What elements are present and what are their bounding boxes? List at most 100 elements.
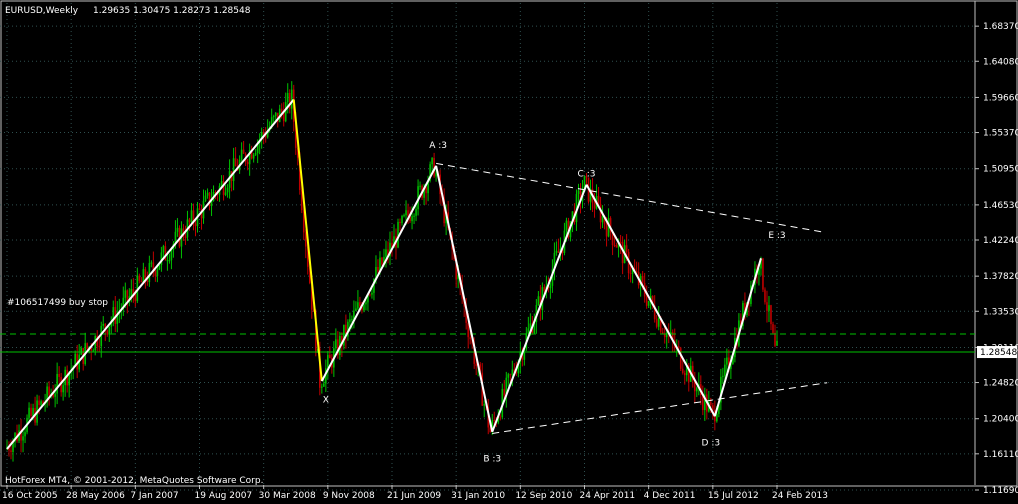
pattern-lines — [0, 98, 975, 450]
y-tick-label: 1.42240 — [983, 236, 1018, 246]
x-tick-label: 24 Feb 2013 — [772, 491, 828, 501]
candle-body — [22, 436, 24, 441]
candle-body — [415, 209, 417, 216]
candle-body — [10, 450, 12, 453]
pattern-label: E :3 — [768, 231, 785, 241]
candle-body — [224, 192, 227, 195]
y-tick-label: 1.50950 — [983, 165, 1018, 175]
candle-body — [577, 190, 580, 194]
candle-body — [431, 158, 433, 165]
candle-body — [766, 302, 768, 311]
candle-body — [234, 158, 237, 167]
candle-body — [357, 302, 359, 309]
candle-body — [130, 288, 133, 297]
candle-body — [537, 296, 540, 306]
symbol-title: EURUSD,Weekly — [5, 6, 79, 16]
candle-body — [613, 245, 616, 247]
zigzag-leg — [713, 258, 762, 417]
candle-body — [148, 263, 151, 283]
zigzag-leg — [320, 165, 437, 382]
candle-body — [399, 221, 401, 224]
candle-body — [661, 331, 664, 334]
y-tick-label: 1.24820 — [983, 379, 1018, 389]
y-tick-label: 1.55370 — [983, 129, 1018, 139]
candle-body — [40, 401, 42, 405]
candle-body — [126, 290, 129, 302]
candle-body — [677, 346, 680, 349]
candle-body — [254, 153, 257, 155]
candle-body — [683, 372, 686, 376]
candle-body — [499, 416, 502, 418]
candle-body — [142, 269, 145, 283]
candle-body — [655, 319, 658, 327]
candle-body — [593, 202, 596, 209]
candle-body — [507, 374, 510, 378]
candle-body — [272, 115, 275, 118]
x-tick-label: 15 Jul 2012 — [708, 491, 759, 501]
candle-body — [168, 260, 171, 262]
candle-body — [601, 216, 604, 223]
pattern-label: C :3 — [578, 169, 596, 179]
candle-body — [503, 388, 506, 396]
candle-body — [511, 369, 514, 375]
candle-body — [363, 304, 365, 311]
zigzag-leg — [435, 165, 494, 433]
candle-body — [166, 260, 169, 262]
candle-body — [774, 332, 776, 346]
x-tick-label: 16 Oct 2005 — [2, 491, 58, 501]
candle-body — [170, 249, 173, 261]
candle-body — [625, 245, 628, 252]
candle-body — [555, 250, 558, 253]
candle-body — [108, 326, 111, 335]
y-tick-label: 1.64080 — [983, 57, 1018, 67]
candle-body — [619, 241, 622, 243]
candle-body — [24, 432, 26, 437]
x-tick-label: 12 Sep 2010 — [515, 491, 572, 501]
y-tick-label: 1.11690 — [983, 486, 1018, 496]
candle-body — [30, 407, 32, 417]
candle-body — [274, 112, 277, 116]
candle-body — [469, 337, 472, 340]
candle-body — [401, 215, 403, 224]
trendline — [492, 382, 828, 434]
candle-body — [194, 223, 197, 227]
candle-body — [359, 302, 361, 307]
candle-body — [286, 93, 289, 102]
candle-body — [321, 386, 323, 388]
candle-body — [246, 162, 249, 165]
y-tick-label: 1.46530 — [983, 201, 1018, 211]
candle-body — [377, 266, 379, 272]
candle-body — [419, 185, 421, 187]
x-tick-label: 24 Apr 2011 — [580, 491, 636, 501]
x-tick-label: 21 Jun 2009 — [387, 491, 441, 501]
candle-body — [557, 250, 560, 253]
candle-body — [48, 386, 50, 396]
candle-body — [726, 357, 728, 365]
x-tick-label: 9 Nov 2008 — [323, 491, 375, 501]
candle-body — [329, 354, 331, 359]
candle-body — [190, 210, 193, 223]
candle-body — [716, 413, 718, 422]
candle-body — [385, 249, 387, 257]
candle-body — [695, 387, 698, 392]
candle-body — [146, 280, 149, 283]
copyright-text: HotForex MT4, © 2001-2012, MetaQuotes So… — [5, 476, 263, 486]
candle-body — [351, 319, 353, 321]
candle-body — [641, 275, 644, 284]
candle-body — [710, 402, 712, 406]
x-tick-label: 28 May 2006 — [66, 491, 125, 501]
candle-body — [764, 289, 766, 303]
candle-body — [290, 89, 293, 109]
candle-body — [768, 305, 770, 311]
candle-body — [369, 294, 371, 296]
candle-body — [140, 280, 143, 283]
trendline — [436, 162, 824, 233]
ohlc-values: 1.29635 1.30475 1.28273 1.28548 — [93, 6, 251, 16]
candle-body — [405, 210, 407, 216]
price-chart[interactable]: X A :3 B :3 C :3 D :3 E :3 1.68370 1.64080 1.59… — [0, 0, 1018, 504]
candle-body — [38, 400, 40, 405]
chart-window: X A :3 B :3 C :3 D :3 E :3 1.68370 1.64080 1.59… — [0, 0, 1018, 504]
candle-body — [724, 364, 726, 376]
candle-body — [280, 108, 283, 112]
candle-body — [475, 363, 478, 367]
